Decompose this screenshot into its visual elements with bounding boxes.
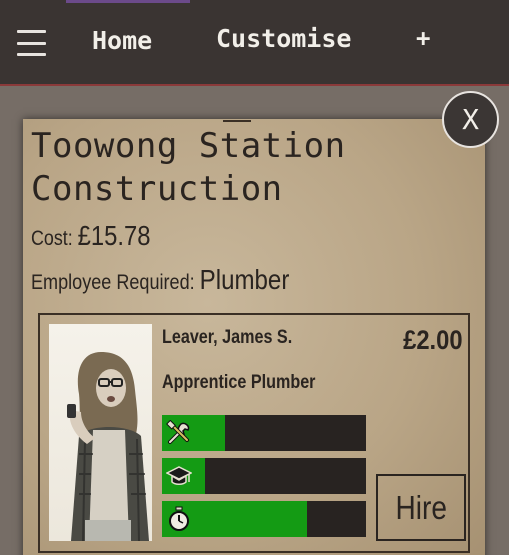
hamburger-icon[interactable] <box>17 30 46 56</box>
tools-icon <box>165 419 193 447</box>
job-title: Toowong Station Construction <box>31 126 346 209</box>
nav-home-link[interactable]: Home <box>92 26 152 55</box>
employee-card: Leaver, James S. Apprentice Plumber £2.0… <box>38 313 470 553</box>
close-icon: X <box>462 103 479 136</box>
employee-photo-illustration <box>67 352 149 541</box>
cost-label: Cost: <box>31 227 73 250</box>
employee-required: Employee Required: Plumber <box>31 264 289 296</box>
job-cost: Cost: £15.78 <box>31 220 150 252</box>
employee-photo <box>49 324 152 541</box>
nav-add-link[interactable]: + <box>416 24 430 52</box>
hire-button-label: Hire <box>395 488 447 526</box>
paper-tear-mark <box>223 119 251 122</box>
skill-bar-speed <box>162 501 366 537</box>
employee-price: £2.00 <box>403 325 463 355</box>
stopwatch-icon <box>165 505 193 533</box>
close-button[interactable]: X <box>442 91 499 148</box>
skill-bar-education <box>162 458 366 494</box>
active-tab-indicator <box>66 0 190 3</box>
job-card: Toowong Station Construction Cost: £15.7… <box>23 119 485 555</box>
hire-button[interactable]: Hire <box>376 474 466 541</box>
cost-value: £15.78 <box>77 220 151 251</box>
employee-name: Leaver, James S. <box>162 327 293 348</box>
graduation-cap-icon <box>165 462 193 490</box>
required-label: Employee Required: <box>31 271 195 294</box>
nav-customise-link[interactable]: Customise <box>216 24 351 53</box>
top-navigation-bar: Home Customise + <box>0 0 509 86</box>
skill-bar-tools <box>162 415 366 451</box>
required-value: Plumber <box>199 264 290 295</box>
employee-title: Apprentice Plumber <box>162 372 316 393</box>
